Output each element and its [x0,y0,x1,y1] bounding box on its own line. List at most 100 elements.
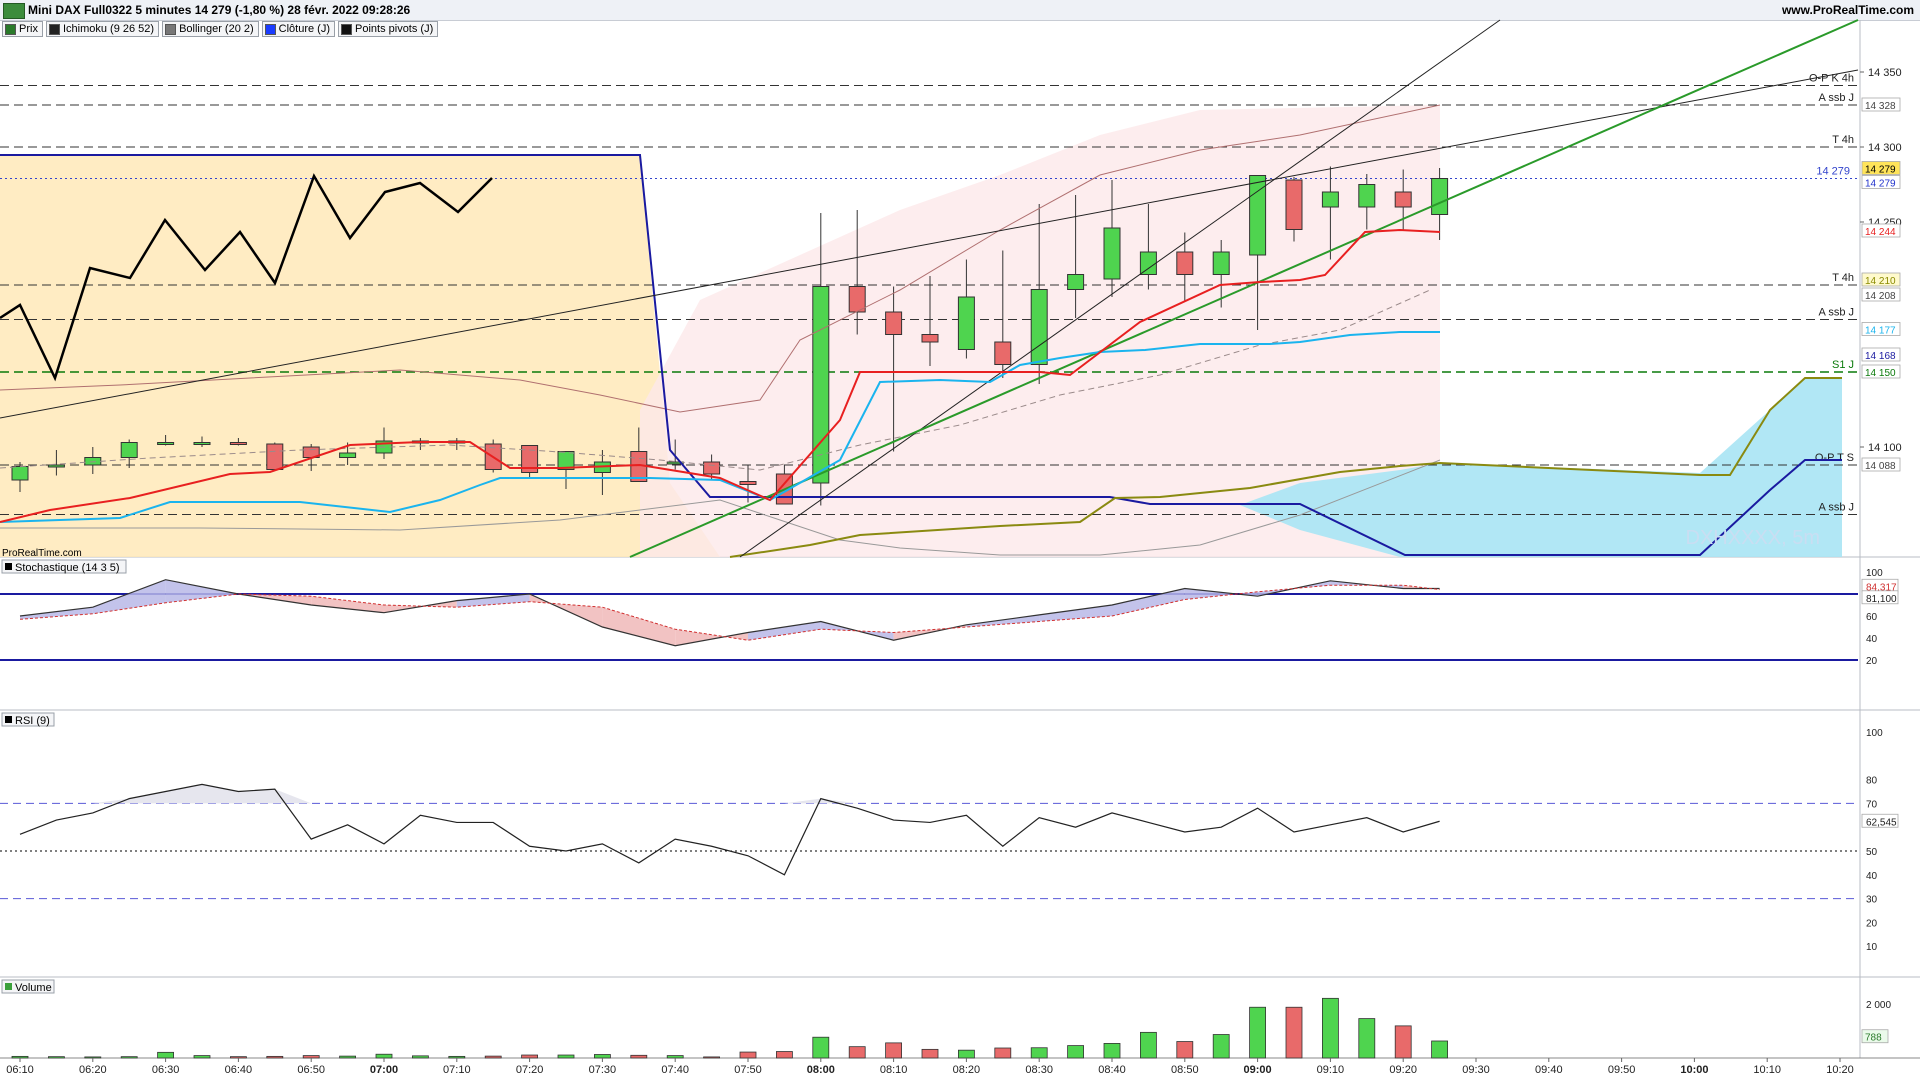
volume-bar[interactable] [448,1055,466,1059]
volume-bar[interactable] [411,1055,429,1059]
volume-bar[interactable] [375,1053,393,1059]
volume-bar[interactable] [193,1055,211,1059]
volume-bar[interactable] [921,1048,939,1059]
rsi-tick-label: 80 [1866,776,1878,787]
rsi-label: RSI (9) [15,715,50,727]
candle-body-bull [193,442,211,445]
stoch-tick-label: 40 [1866,634,1878,645]
candle-body-bear [1176,251,1194,275]
volume-bar[interactable] [812,1036,830,1059]
volume-bar[interactable] [739,1051,757,1059]
rsi-tick-label: 30 [1866,895,1878,906]
volume-bar[interactable] [1431,1040,1448,1059]
rsi-panel: RSI (9) 100 80 70 62,545 50 40 30 20 10 [0,712,1899,953]
volume-bar[interactable] [1212,1034,1230,1059]
price-marker-label: 14 279 [1865,165,1896,176]
volume-bar[interactable] [120,1056,138,1059]
volume-bar[interactable] [994,1047,1012,1059]
rsi-tick-label: 20 [1866,918,1878,929]
stochastic-panel: Stochastique (14 3 5) 10084,31781,1006040… [0,559,1899,667]
time-tick-label: 07:50 [734,1064,762,1076]
volume-bar[interactable] [885,1042,902,1059]
volume-last-label: 788 [1865,1033,1882,1044]
volume-bar[interactable] [1067,1045,1084,1059]
stoch-tick-label: 60 [1866,612,1878,623]
candle-body-bear [703,461,721,475]
candle-body-bull [1321,191,1339,208]
volume-bar[interactable] [776,1051,793,1059]
time-tick-label: 06:40 [225,1064,253,1076]
prorealtime-watermark: ProRealTime.com [2,548,82,559]
stoch-tick-label: 81,100 [1866,594,1897,605]
rsi-tick-label: 62,545 [1866,817,1897,828]
volume-bar[interactable] [594,1054,611,1059]
time-tick-label: 09:20 [1389,1064,1417,1076]
candle-body-bull [1103,227,1121,280]
volume-bar[interactable] [958,1049,975,1059]
price-tick-label: 14 300 [1868,142,1902,154]
candle[interactable] [266,442,284,472]
time-tick-label: 07:30 [589,1064,617,1076]
volume-tick-label: 2 000 [1866,1000,1891,1011]
volume-bar[interactable] [1176,1041,1194,1059]
candle-body-bear [739,481,757,485]
time-tick-label: 09:30 [1462,1064,1490,1076]
candle-body-bull [1067,274,1085,290]
volume-bar[interactable] [1322,997,1339,1059]
volume-bar[interactable] [703,1056,720,1059]
price-marker-label: 14 088 [1865,461,1896,472]
volume-bar[interactable] [84,1056,102,1059]
volume-bar[interactable] [1394,1025,1412,1059]
volume-bar[interactable] [1358,1018,1376,1059]
time-tick-label: 09:50 [1608,1064,1636,1076]
volume-bar[interactable] [1103,1043,1121,1059]
candle-body-bear [885,311,903,335]
volume-panel: Volume 2 000 788 [1,979,1891,1059]
volume-bar[interactable] [266,1055,284,1059]
time-tick-label: 08:40 [1098,1064,1126,1076]
volume-bar[interactable] [302,1055,320,1059]
kumo-bullish [0,155,720,557]
volume-bar[interactable] [1030,1047,1048,1059]
volume-bar[interactable] [557,1054,575,1059]
volume-bar[interactable] [848,1046,866,1059]
volume-bar[interactable] [1285,1006,1303,1059]
price-tick-label: 14 350 [1868,67,1902,79]
volume-bar[interactable] [666,1055,684,1059]
volume-bar[interactable] [1249,1006,1266,1059]
volume-bar[interactable] [11,1055,29,1059]
price-marker-label: 14 168 [1865,351,1896,362]
price-panel [0,85,1858,557]
time-tick-label: 09:40 [1535,1064,1563,1076]
candle-body-bear [921,334,939,343]
stoch-fill [456,594,530,608]
stoch-tick-label: 20 [1866,656,1878,667]
pivot-label: O-P T S [1815,452,1854,464]
volume-bar[interactable] [484,1055,502,1059]
volume-bar[interactable] [630,1054,648,1059]
volume-bar[interactable] [157,1051,175,1059]
stoch-k-line [19,579,1440,647]
chart-canvas[interactable]: O-P K 4h A ssb J T 4h T 4h A ssb J S1 J O-P T … [0,0,1920,1080]
volume-bar[interactable] [1140,1031,1157,1059]
price-marker-label: 14 244 [1865,227,1896,238]
rsi-tick-label: 50 [1866,847,1878,858]
candle-body-bull [1431,178,1449,215]
volume-bar[interactable] [229,1056,247,1059]
candle-body-bull [157,442,175,445]
volume-label: Volume [15,982,52,994]
pivot-label: A ssb J [1819,502,1854,514]
volume-bar[interactable] [339,1055,357,1059]
rsi-tick-label: 10 [1866,942,1878,953]
volume-bar[interactable] [521,1054,538,1059]
time-tick-label: 07:00 [370,1064,398,1076]
last-price-tag: 14 279 [1816,166,1850,178]
stoch-tick-label: 100 [1866,568,1883,579]
price-marker-label: 14 208 [1865,291,1896,302]
volume-bar[interactable] [48,1056,65,1059]
time-tick-label: 06:50 [297,1064,325,1076]
candle-body-bull [957,296,975,350]
price-marker-label: 14 279 [1865,179,1896,190]
candle-body-bull [339,452,357,458]
rsi-tick-label: 70 [1866,799,1878,810]
